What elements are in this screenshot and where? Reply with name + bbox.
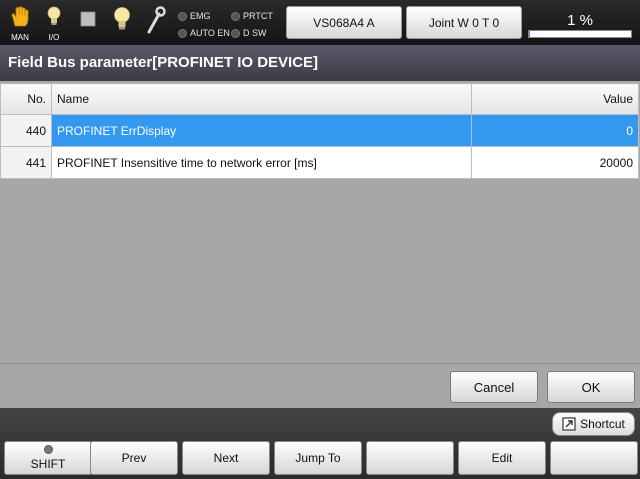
- lightbulb-icon: [114, 7, 130, 30]
- coordinate-button[interactable]: Joint W 0 T 0: [406, 6, 522, 39]
- prtct-indicator: PRTCT: [231, 10, 273, 22]
- auto-en-indicator: AUTO EN: [178, 27, 230, 39]
- stop-icon: [80, 11, 96, 27]
- empty-f5-key[interactable]: [366, 441, 454, 475]
- title-bar: Field Bus parameter[PROFINET IO DEVICE]: [0, 45, 640, 81]
- row-name[interactable]: PROFINET ErrDisplay: [51, 114, 472, 147]
- maintenance-status[interactable]: [142, 6, 170, 42]
- speed-percent: 1 %: [567, 12, 593, 29]
- table-header: No. Name Value: [0, 83, 639, 115]
- emg-led: [178, 11, 187, 21]
- column-header-no: No.: [0, 83, 52, 115]
- prev-key[interactable]: Prev: [90, 441, 178, 475]
- lamp-status[interactable]: [108, 6, 136, 42]
- table-row-440[interactable]: 440 PROFINET ErrDisplay 0: [0, 114, 639, 147]
- jump-to-key[interactable]: Jump To: [274, 441, 362, 475]
- row-value[interactable]: 20000: [471, 146, 639, 179]
- speed-bar-fill: [529, 31, 531, 37]
- auto-en-led: [178, 28, 187, 38]
- row-number: 440: [0, 114, 52, 147]
- shortcut-arrow-icon: [562, 417, 576, 431]
- row-value[interactable]: 0: [471, 114, 639, 147]
- lightbulb-icon: [47, 6, 61, 25]
- parameter-table: No. Name Value 440 PROFINET ErrDisplay 0…: [0, 83, 639, 179]
- edit-key[interactable]: Edit: [458, 441, 546, 475]
- status-bar: MAN I/O EMG PRTCT AUTO EN D SW VS068A4 A…: [0, 0, 640, 45]
- empty-f7-key[interactable]: [550, 441, 638, 475]
- shortcut-button[interactable]: Shortcut: [552, 412, 635, 436]
- divider: [0, 363, 640, 364]
- stop-status[interactable]: [74, 6, 102, 42]
- parameter-panel: No. Name Value 440 PROFINET ErrDisplay 0…: [0, 81, 640, 408]
- column-header-value: Value: [471, 83, 639, 115]
- wrench-icon: [147, 6, 166, 34]
- emg-indicator: EMG: [178, 10, 211, 22]
- dsw-indicator: D SW: [231, 27, 267, 39]
- next-key[interactable]: Next: [182, 441, 270, 475]
- table-row-441[interactable]: 441 PROFINET Insensitive time to network…: [0, 146, 639, 179]
- hand-icon: [11, 6, 29, 27]
- robot-select-button[interactable]: VS068A4 A: [286, 6, 402, 39]
- shift-led: [43, 445, 53, 454]
- page-title: Field Bus parameter[PROFINET IO DEVICE]: [8, 54, 319, 71]
- speed-bar[interactable]: [528, 30, 632, 38]
- cancel-button[interactable]: Cancel: [450, 371, 538, 403]
- manual-mode[interactable]: MAN: [6, 6, 34, 42]
- io-status[interactable]: I/O: [40, 6, 68, 42]
- row-name[interactable]: PROFINET Insensitive time to network err…: [51, 146, 472, 179]
- row-number: 441: [0, 146, 52, 179]
- mode-label: MAN: [11, 33, 29, 42]
- shift-key[interactable]: SHIFT: [4, 441, 92, 475]
- column-header-name: Name: [51, 83, 472, 115]
- ok-button[interactable]: OK: [547, 371, 635, 403]
- io-label: I/O: [48, 33, 60, 42]
- prtct-led: [231, 11, 240, 21]
- dsw-led: [231, 28, 240, 38]
- function-key-bar: Shortcut SHIFT Prev Next Jump To Edit: [0, 408, 640, 479]
